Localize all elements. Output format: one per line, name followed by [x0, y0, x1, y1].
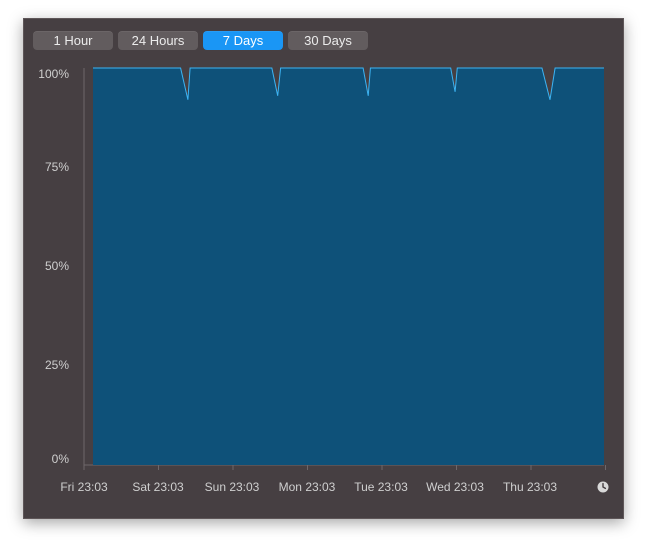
x-tick-label-wed: Wed 23:03 — [426, 480, 484, 494]
x-tick-label-tue: Tue 23:03 — [354, 480, 408, 494]
x-tick-label-mon: Mon 23:03 — [278, 480, 336, 494]
battery-history-window: 1 Hour 24 Hours 7 Days 30 Days 100% 75% … — [23, 18, 624, 519]
battery-level-chart — [83, 67, 606, 470]
clock-icon — [597, 481, 609, 493]
x-tick-label-fri: Fri 23:03 — [60, 480, 108, 494]
x-tick-label-sun: Sun 23:03 — [204, 480, 260, 494]
battery-area-series-0 — [93, 68, 604, 465]
x-tick-label-sat: Sat 23:03 — [132, 480, 184, 494]
x-tick-label-thu: Thu 23:03 — [502, 480, 558, 494]
